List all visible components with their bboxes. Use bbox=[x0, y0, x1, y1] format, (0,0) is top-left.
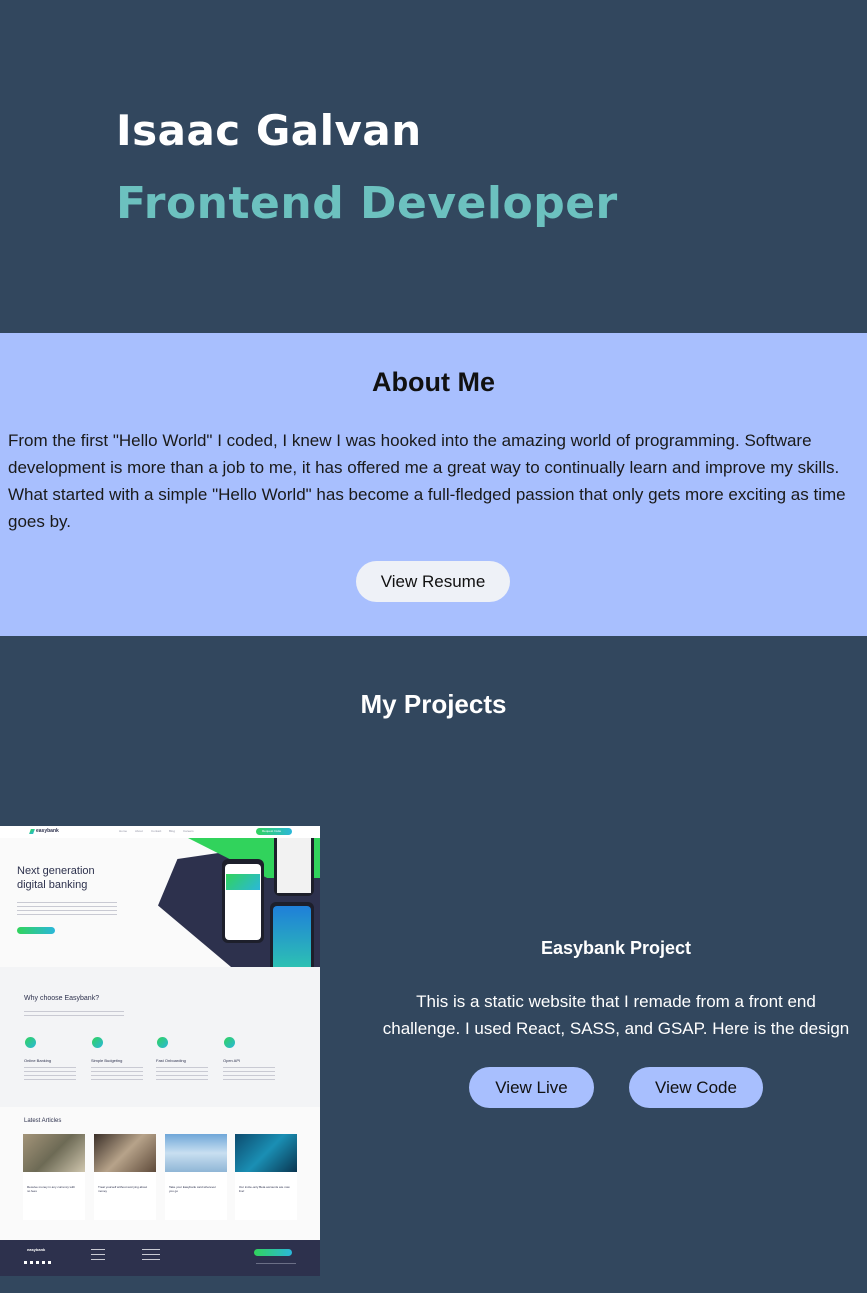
shot-nav-item: Home bbox=[119, 829, 128, 833]
shot-nav-item: Careers bbox=[183, 829, 194, 833]
shot-articles-title: Latest Articles bbox=[24, 1118, 62, 1124]
shot-phone-3-screen bbox=[277, 838, 311, 893]
view-live-button[interactable]: View Live bbox=[469, 1067, 594, 1108]
shot-footer-copyright bbox=[256, 1263, 296, 1264]
about-title: About Me bbox=[372, 367, 495, 397]
shot-article-image bbox=[235, 1134, 297, 1172]
shot-nav-item: About bbox=[135, 829, 143, 833]
shot-article-title: Receive money in any currency with no fe… bbox=[27, 1185, 76, 1193]
shot-footer-social bbox=[24, 1261, 52, 1264]
project-description: This is a static website that I remade f… bbox=[382, 992, 850, 1038]
shot-feature-text bbox=[223, 1067, 275, 1083]
shot-footer bbox=[0, 1240, 320, 1276]
shot-footer-links bbox=[142, 1249, 160, 1263]
shot-article-image bbox=[94, 1134, 156, 1172]
shot-hero-cta bbox=[17, 927, 55, 934]
shot-feature-label: Online Banking bbox=[24, 1058, 52, 1063]
shot-feature-icon bbox=[92, 1037, 103, 1048]
hero-role: Frontend Developer bbox=[116, 178, 618, 229]
view-code-button[interactable]: View Code bbox=[629, 1067, 763, 1108]
shot-nav-item: Blog bbox=[169, 829, 176, 833]
shot-footer-cta bbox=[254, 1249, 292, 1256]
project-title: Easybank Project bbox=[540, 938, 692, 958]
shot-feature-label: Simple Budgeting bbox=[91, 1058, 123, 1063]
shot-feature-label: Fast Onboarding bbox=[156, 1058, 186, 1063]
shot-feature-icon bbox=[25, 1037, 36, 1048]
shot-footer-links bbox=[91, 1249, 105, 1263]
shot-article-title: Our invite-only Beta accounts are now li… bbox=[239, 1185, 290, 1193]
shot-feature-label: Open API bbox=[223, 1058, 241, 1063]
project-screenshot[interactable]: easybank Home About Contact Blog Careers… bbox=[0, 826, 320, 1276]
shot-hero-text bbox=[17, 902, 117, 916]
shot-headline: Next generation digital banking bbox=[17, 865, 95, 891]
hero-section: Isaac Galvan Frontend Developer bbox=[0, 0, 867, 333]
shot-article-image bbox=[23, 1134, 85, 1172]
view-resume-button[interactable]: View Resume bbox=[356, 561, 510, 602]
shot-feature-text bbox=[24, 1067, 76, 1083]
shot-feature-text bbox=[156, 1067, 208, 1083]
shot-phone-1-card bbox=[226, 874, 260, 890]
shot-why-title: Why choose Easybank? bbox=[24, 995, 100, 1002]
hero-name: Isaac Galvan bbox=[116, 106, 422, 155]
shot-feature-icon bbox=[157, 1037, 168, 1048]
about-text: From the first "Hello World" I coded, I … bbox=[8, 431, 846, 531]
shot-feature-icon bbox=[224, 1037, 235, 1048]
shot-article-image bbox=[165, 1134, 227, 1172]
shot-feature-text bbox=[91, 1067, 143, 1083]
shot-footer-logo: easybank bbox=[27, 1247, 46, 1252]
shot-cta-label: Request Invite bbox=[262, 829, 282, 833]
shot-article-title: Take your Easybank card wherever you go bbox=[169, 1185, 216, 1193]
about-section: About Me From the first "Hello World" I … bbox=[0, 333, 867, 636]
shot-article-title: Treat yourself without worrying about mo… bbox=[98, 1185, 148, 1193]
shot-why-text bbox=[24, 1011, 124, 1018]
shot-logo: easybank bbox=[36, 828, 59, 834]
shot-nav-item: Contact bbox=[151, 829, 162, 833]
projects-title: My Projects bbox=[360, 689, 507, 719]
